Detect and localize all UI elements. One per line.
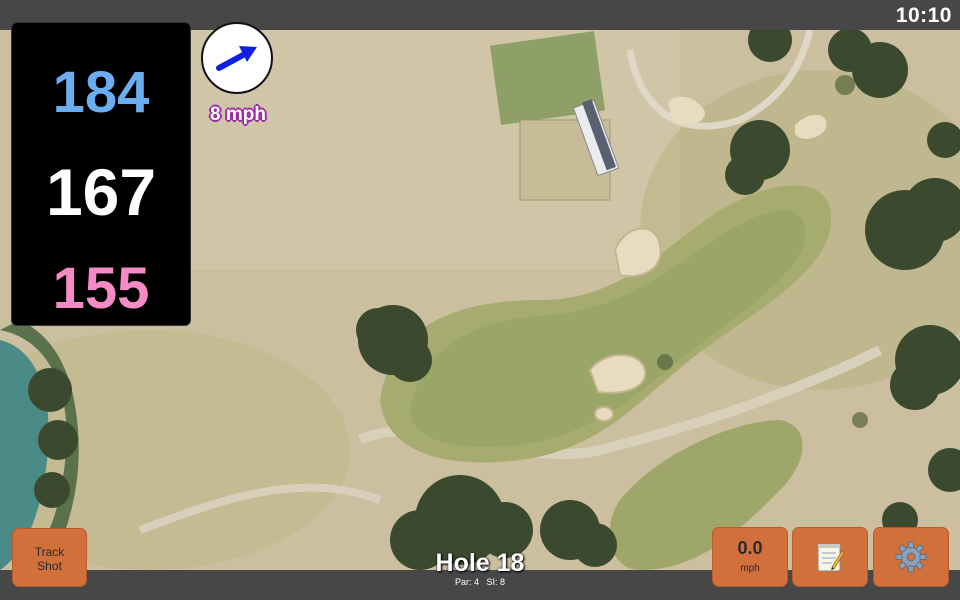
wind-speed-label: 8 mph [210, 104, 266, 125]
hole-stroke-index: SI: 8 [486, 577, 506, 587]
hole-title[interactable]: Hole 18 [400, 549, 560, 578]
speed-value: 0.0 [737, 538, 763, 558]
wind-direction-dial [201, 22, 273, 94]
back-of-green-distance: 184 [52, 60, 150, 125]
distance-panel: 184 167 155 [11, 22, 191, 326]
track-shot-label: Track Shot [34, 545, 65, 573]
middle-of-green-distance: 167 [45, 155, 157, 229]
notepad-icon [817, 544, 845, 572]
hole-info: Par: 4 SI: 8 [400, 577, 560, 587]
track-shot-button[interactable]: Track Shot [12, 528, 87, 587]
front-of-green-distance: 155 [52, 256, 150, 321]
hole-par: Par: 4 [454, 577, 479, 587]
notes-button[interactable] [792, 527, 868, 587]
speed-button[interactable]: 0.0 mph [712, 527, 788, 587]
gear-icon [895, 541, 927, 573]
wind-arrow-icon [216, 46, 257, 71]
speed-unit: mph [740, 563, 760, 574]
clock: 10:10 [895, 4, 952, 27]
settings-button[interactable] [873, 527, 949, 587]
